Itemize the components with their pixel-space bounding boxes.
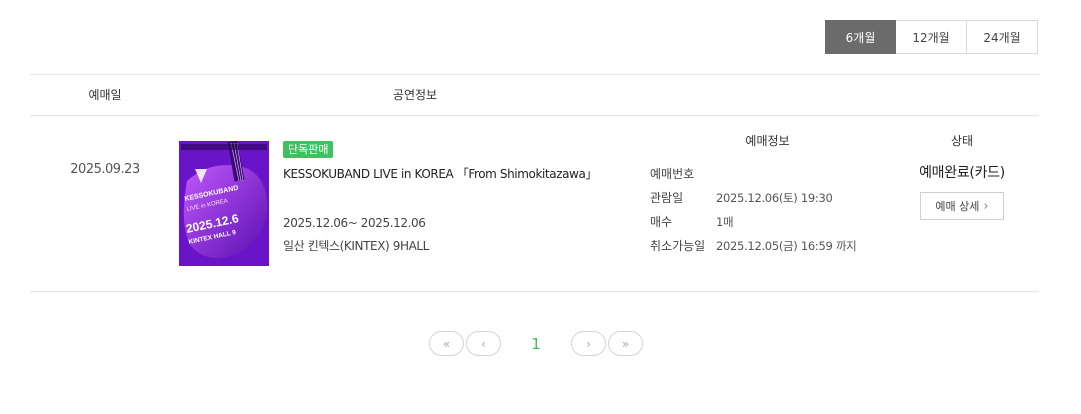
tab-24-months[interactable]: 24개월	[967, 20, 1038, 54]
next-page-button[interactable]: ›	[571, 331, 606, 356]
first-page-button[interactable]: «	[429, 331, 464, 356]
header-performance-info: 공연정보	[392, 88, 438, 102]
tab-12-months[interactable]: 12개월	[896, 20, 967, 54]
prev-page-button[interactable]: ‹	[466, 331, 501, 356]
table-row: 2025.09.23 KESSOKUBAND LIVE in KOREA 202…	[30, 116, 1039, 292]
ticket-count-row: 매수 1매	[650, 210, 900, 234]
reservation-number-row: 예매번호	[650, 162, 900, 186]
reservation-number-label: 예매번호	[650, 167, 695, 181]
performance-info: 단독판매 KESSOKUBAND LIVE in KOREA 「From Shi…	[283, 141, 623, 254]
booking-table: 예매일 공연정보 예매정보 상태 2025.09.23 KESSOKUBAND …	[30, 74, 1039, 292]
status-text: 예매완료(카드)	[919, 165, 1005, 181]
cancel-deadline-label: 취소가능일	[650, 239, 706, 253]
cancel-deadline-row: 취소가능일 2025.12.05(금) 16:59 까지	[650, 234, 900, 258]
viewing-date-value: 2025.12.06(토) 19:30	[716, 191, 833, 205]
page-number-current[interactable]: 1	[501, 335, 571, 353]
reservation-info: 예매번호 관람일 2025.12.06(토) 19:30 매수 1매 취소가능일…	[650, 162, 900, 258]
performance-poster[interactable]: KESSOKUBAND LIVE in KOREA 2025.12.6 KINT…	[179, 141, 269, 266]
chevron-right-icon: ›	[983, 198, 989, 214]
performance-title[interactable]: KESSOKUBAND LIVE in KOREA 「From Shimokit…	[283, 165, 623, 182]
ticket-count-label: 매수	[650, 215, 673, 229]
booking-detail-label: 예매 상세	[935, 200, 980, 213]
header-booking-date: 예매일	[88, 88, 122, 102]
table-header: 예매일 공연정보 예매정보 상태	[30, 74, 1039, 148]
viewing-date-row: 관람일 2025.12.06(토) 19:30	[650, 186, 900, 210]
tab-6-months[interactable]: 6개월	[825, 20, 896, 54]
guitar-poster-illustration: KESSOKUBAND LIVE in KOREA 2025.12.6 KINT…	[179, 141, 269, 266]
booking-date: 2025.09.23	[70, 162, 140, 177]
performance-period: 2025.12.06~ 2025.12.06	[283, 216, 426, 230]
booking-detail-button[interactable]: 예매 상세 ›	[920, 192, 1004, 220]
cancel-deadline-value: 2025.12.05(금) 16:59 까지	[716, 239, 857, 253]
pagination: « ‹ 1 › »	[429, 331, 643, 356]
last-page-button[interactable]: »	[608, 331, 643, 356]
exclusive-sale-badge: 단독판매	[283, 141, 334, 158]
performance-venue: 일산 킨텍스(KINTEX) 9HALL	[283, 239, 429, 253]
viewing-date-label: 관람일	[650, 191, 684, 205]
period-filter-tabs: 6개월 12개월 24개월	[825, 20, 1038, 54]
ticket-count-value: 1매	[716, 215, 734, 229]
booking-status: 예매완료(카드) 예매 상세 ›	[900, 162, 1024, 220]
